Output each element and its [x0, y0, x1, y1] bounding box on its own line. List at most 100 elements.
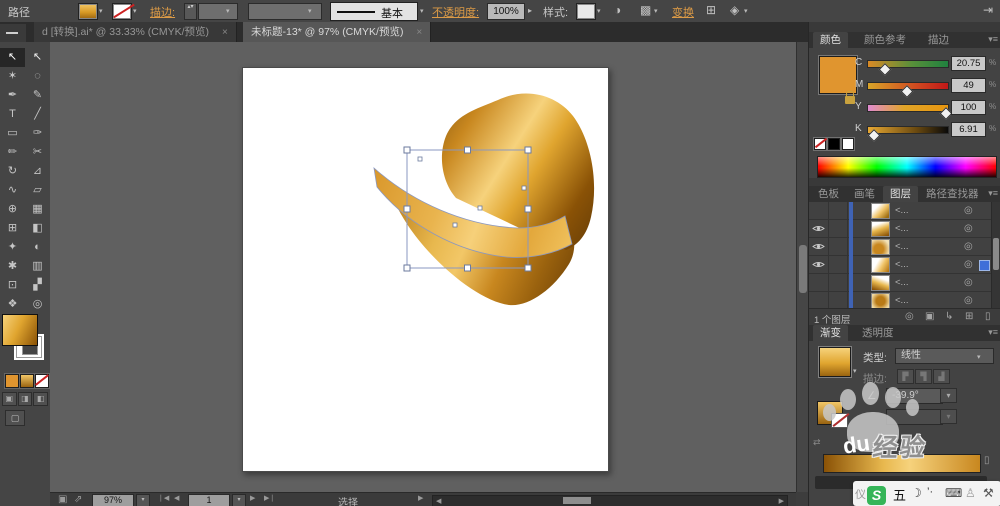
magic-wand-tool[interactable]: ✶ [0, 67, 25, 86]
tab-brushes[interactable]: 画笔 [847, 186, 882, 202]
horizontal-scrollbar-thumb[interactable] [563, 497, 591, 504]
next-artboard-icon[interactable]: ▶ [250, 494, 255, 502]
color-spectrum-bar[interactable] [817, 156, 997, 178]
slice-tool[interactable]: ▞ [25, 276, 50, 295]
stroke-weight-stepper[interactable]: ▴▾ [184, 3, 197, 20]
channel-k-thumb[interactable] [867, 129, 880, 142]
zoom-dd-icon[interactable]: ▾ [136, 494, 150, 506]
ime-wrench-icon[interactable]: ⚒ [983, 486, 994, 500]
ime-keyboard-icon[interactable]: ⌨ [945, 486, 962, 500]
channel-m-slider[interactable] [867, 82, 949, 90]
fill-dropdown-icon[interactable]: ▾ [99, 7, 103, 15]
ime-moon-icon[interactable]: ☽ [911, 486, 922, 500]
align-dd-icon[interactable]: ▾ [654, 7, 658, 15]
layer-row[interactable]: <... ◎ [809, 274, 1000, 292]
stroke-weight-select[interactable] [198, 3, 238, 20]
ime-person-icon[interactable]: ♙ [965, 486, 976, 500]
tab-layers[interactable]: 图层 [883, 186, 918, 202]
first-artboard-icon[interactable]: ❘◀ [158, 494, 169, 502]
line-segment-tool[interactable]: ╱ [25, 105, 50, 124]
direct-selection-tool[interactable]: ↖ [25, 48, 50, 67]
tab-swatches[interactable]: 色板 [811, 186, 846, 202]
brush-definition-select[interactable]: 基本 [330, 2, 418, 21]
transform-link[interactable]: 变换 [672, 4, 694, 20]
shape-mode-icon[interactable]: ◑ [614, 3, 621, 17]
fill-indicator-swatch[interactable] [2, 314, 38, 346]
channel-k-slider[interactable] [867, 126, 949, 134]
last-artboard-icon[interactable]: ▶❘ [264, 494, 275, 502]
screen-mode-icon[interactable]: ▢ [5, 410, 25, 426]
column-graph-tool[interactable]: ▥ [25, 257, 50, 276]
opacity-label[interactable]: 不透明度: [432, 4, 479, 20]
stroke-weight-label[interactable]: 描边: [150, 4, 175, 20]
layers-panel-menu-icon[interactable]: ▾≡ [988, 188, 998, 199]
align-grid-icon[interactable]: ▩ [640, 3, 651, 17]
layer-thumbnail[interactable] [871, 239, 890, 255]
opacity-stepper-icon[interactable]: ▸ [528, 6, 532, 15]
gradient-tool[interactable]: ◧ [25, 219, 50, 238]
document-tab-2[interactable]: 未标题-13* @ 97% (CMYK/预览) × [243, 22, 431, 42]
layer-thumbnail[interactable] [871, 221, 890, 237]
layer-name[interactable]: <... [895, 241, 908, 252]
canvas[interactable] [50, 42, 796, 492]
width-tool[interactable]: ∿ [0, 181, 25, 200]
hscroll-left-icon[interactable]: ◀ [436, 497, 441, 505]
layers-scrollbar[interactable] [991, 202, 1000, 308]
white-swatch[interactable] [842, 138, 854, 150]
clipping-mask-icon[interactable]: ▣ [925, 311, 934, 322]
style-swatch[interactable] [576, 3, 596, 20]
channel-m-value[interactable]: 49 [951, 78, 986, 93]
rotate-tool[interactable]: ↻ [0, 162, 25, 181]
gradient-panel-menu-icon[interactable]: ▾≡ [988, 327, 998, 338]
layer-thumbnail[interactable] [871, 293, 890, 309]
export-icon[interactable]: ⇗ [74, 494, 82, 505]
color-panel-menu-icon[interactable]: ▾≡ [988, 34, 998, 45]
type-tool[interactable]: T [0, 105, 25, 124]
tab-color[interactable]: 颜色 [813, 32, 848, 48]
lasso-tool[interactable]: ◌ [25, 67, 50, 86]
tab-gradient[interactable]: 渐变 [813, 325, 848, 341]
target-icon[interactable]: ◎ [964, 205, 973, 216]
mesh-tool[interactable]: ⊞ [0, 219, 25, 238]
layer-name[interactable]: <... [895, 205, 908, 216]
channel-m-thumb[interactable] [901, 85, 914, 98]
layer-name[interactable]: <... [895, 223, 908, 234]
channel-c-value[interactable]: 20.75 [951, 56, 986, 71]
layer-row[interactable]: <... ◎ [809, 238, 1000, 256]
channel-c-thumb[interactable] [878, 63, 891, 76]
opacity-value[interactable]: 100% [487, 3, 525, 20]
zoom-tool[interactable]: ◎ [25, 295, 50, 314]
zoom-level-value[interactable]: 97% [92, 494, 134, 506]
new-layer-icon[interactable]: ⊞ [965, 311, 973, 322]
curvature-tool[interactable]: ✎ [25, 86, 50, 105]
none-swatch[interactable] [814, 138, 826, 150]
scissors-tool[interactable]: ✂ [25, 143, 50, 162]
none-button[interactable] [35, 374, 49, 388]
target-icon[interactable]: ◎ [964, 295, 973, 306]
target-icon[interactable]: ◎ [964, 241, 973, 252]
layer-row[interactable]: <... ◎ [809, 256, 1000, 274]
brush-dd-icon[interactable]: ▾ [420, 7, 424, 15]
delete-stop-icon[interactable]: ▯ [984, 455, 990, 466]
isolate-dd-icon[interactable]: ▾ [744, 7, 748, 15]
scale-tool[interactable]: ⊿ [25, 162, 50, 181]
color-button[interactable] [5, 374, 19, 388]
reverse-gradient-icon[interactable]: ⇄ [813, 437, 821, 448]
selection-tool[interactable]: ↖ [0, 48, 25, 67]
draw-behind-icon[interactable]: ◨ [18, 392, 33, 406]
draw-inside-icon[interactable]: ◧ [33, 392, 48, 406]
draw-normal-icon[interactable]: ▣ [2, 392, 17, 406]
eyedropper-tool[interactable]: ✦ [0, 238, 25, 257]
rectangle-tool[interactable]: ▭ [0, 124, 25, 143]
black-swatch[interactable] [828, 138, 840, 150]
gradient-button[interactable] [20, 374, 34, 388]
prev-artboard-icon[interactable]: ◀ [174, 494, 179, 502]
hscroll-right-icon[interactable]: ▶ [779, 497, 784, 505]
target-icon[interactable]: ◎ [964, 277, 973, 288]
tools-panel-stub[interactable] [0, 24, 26, 42]
stroke-dropdown-icon[interactable]: ▾ [133, 7, 137, 15]
status-expand-icon[interactable]: ▶ [418, 494, 423, 502]
document-tab-1[interactable]: d [转换].ai* @ 33.33% (CMYK/预览) × [34, 22, 237, 42]
bounding-box-icon[interactable]: ⊞ [706, 3, 716, 17]
layer-name[interactable]: <... [895, 277, 908, 288]
